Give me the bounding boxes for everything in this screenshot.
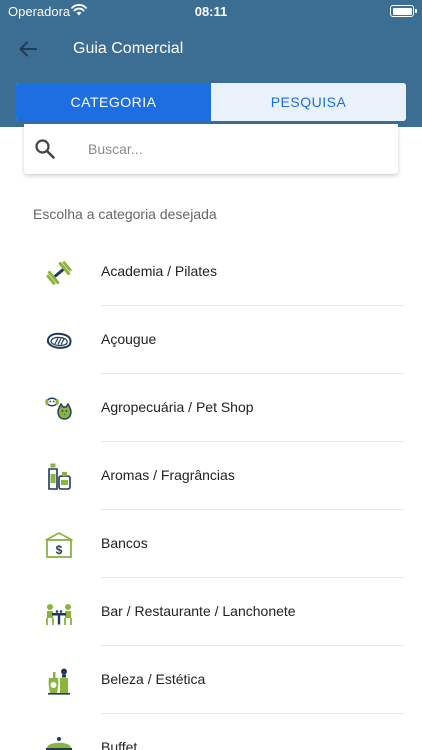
steak-icon (46, 332, 72, 349)
category-label: Açougue (101, 331, 157, 347)
category-label: Aromas / Fragrâncias (101, 467, 235, 483)
category-label: Bar / Restaurante / Lanchonete (101, 603, 296, 619)
dumbbell-icon (46, 261, 72, 285)
svg-text:$: $ (56, 543, 63, 557)
list-item[interactable]: Buffet (0, 714, 422, 750)
search-input[interactable] (88, 138, 378, 160)
tab-bar: CATEGORIA PESQUISA (16, 83, 406, 121)
search-bar (24, 124, 398, 174)
category-list: Academia / Pilates Açougue Agropecuária … (0, 238, 422, 750)
category-label: Beleza / Estética (101, 671, 206, 687)
perfume-bottles-icon (48, 463, 71, 490)
restaurant-table-icon (46, 604, 72, 625)
buffet-icon (46, 737, 72, 750)
pets-icon (45, 397, 72, 420)
beauty-products-icon (48, 668, 70, 695)
category-label: Academia / Pilates (101, 263, 217, 279)
category-label: Agropecuária / Pet Shop (101, 399, 254, 415)
section-label: Escolha a categoria desejada (33, 206, 217, 222)
page-title: Guia Comercial (73, 40, 184, 57)
battery-icon (390, 5, 417, 17)
list-item[interactable]: Agropecuária / Pet Shop (0, 374, 422, 442)
list-item[interactable]: Beleza / Estética (0, 646, 422, 714)
arrow-left-icon (19, 41, 37, 57)
tab-categoria[interactable]: CATEGORIA (16, 83, 211, 121)
back-button[interactable] (16, 37, 42, 61)
list-item[interactable]: Academia / Pilates (0, 238, 422, 306)
clock: 08:11 (194, 4, 228, 19)
category-label: Buffet (101, 739, 138, 750)
list-item[interactable]: Bar / Restaurante / Lanchonete (0, 578, 422, 646)
bank-icon: $ (45, 532, 73, 558)
list-item[interactable]: Açougue (0, 306, 422, 374)
search-icon (35, 139, 55, 159)
list-item[interactable]: $ Bancos (0, 510, 422, 578)
tab-pesquisa[interactable]: PESQUISA (211, 83, 406, 121)
app-header: Operadora 08:11 Guia Comercial CATEGORIA… (0, 0, 422, 127)
status-bar: Operadora 08:11 (0, 0, 422, 22)
category-label: Bancos (101, 535, 148, 551)
list-item[interactable]: Aromas / Fragrâncias (0, 442, 422, 510)
